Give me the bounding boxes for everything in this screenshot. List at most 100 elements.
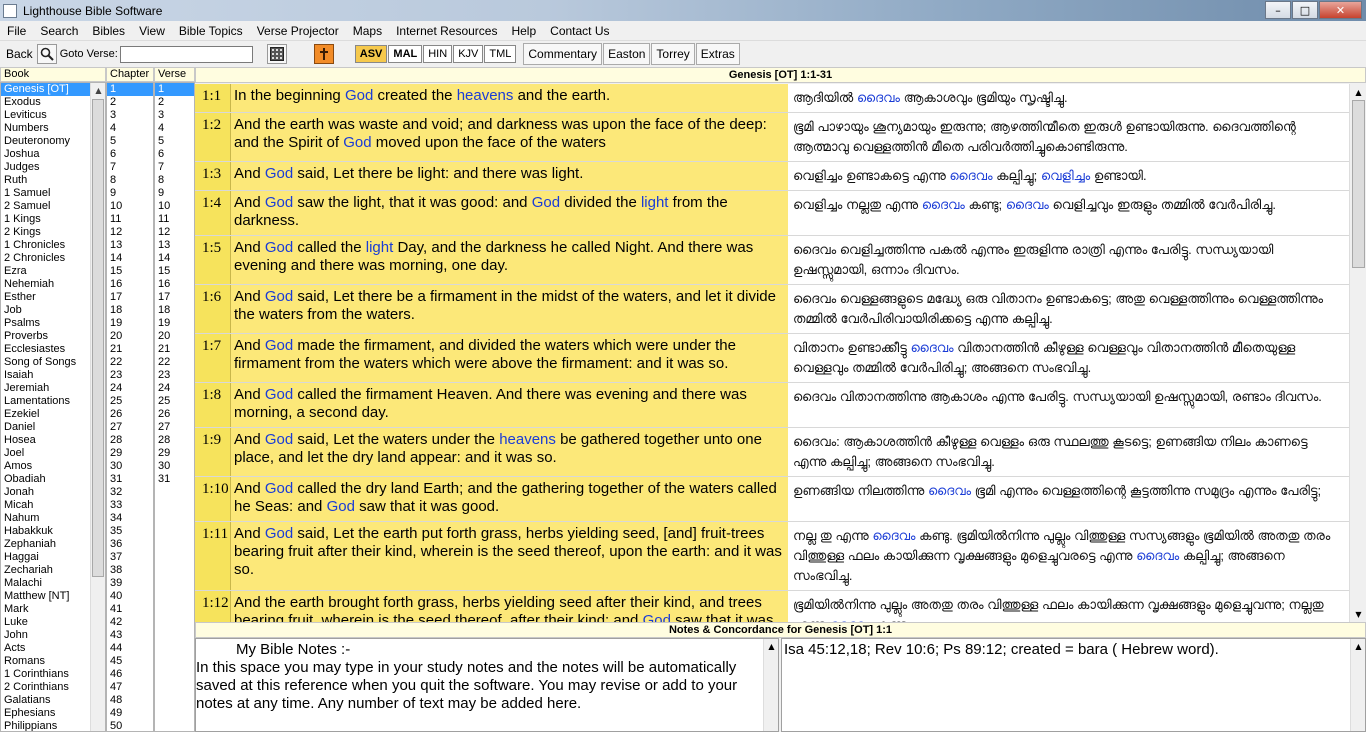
chapter-list-item[interactable]: 45	[107, 655, 153, 668]
highlighted-word-link[interactable]: God	[265, 288, 293, 305]
verse-list-item[interactable]: 23	[155, 369, 194, 382]
chapter-list-item[interactable]: 1	[107, 83, 153, 96]
maximize-button[interactable]: □	[1292, 1, 1318, 19]
chapter-list-item[interactable]: 2	[107, 96, 153, 109]
verse-row[interactable]: 1:12 And the earth brought forth grass, h…	[195, 591, 1366, 622]
verse-list-item[interactable]: 31	[155, 473, 194, 486]
verse-row[interactable]: 1:4 And God saw the light, that it was go…	[195, 191, 1366, 236]
verse-list-item[interactable]: 11	[155, 213, 194, 226]
chapter-list-item[interactable]: 15	[107, 265, 153, 278]
scroll-thumb[interactable]	[92, 99, 104, 577]
menu-help[interactable]: Help	[504, 24, 543, 38]
highlighted-word-link[interactable]: God	[265, 431, 293, 448]
chapter-list-item[interactable]: 39	[107, 577, 153, 590]
chapter-list-item[interactable]: 48	[107, 694, 153, 707]
chapter-list-item[interactable]: 42	[107, 616, 153, 629]
chapter-list-item[interactable]: 3	[107, 109, 153, 122]
chapter-list-item[interactable]: 28	[107, 434, 153, 447]
chapter-list-item[interactable]: 27	[107, 421, 153, 434]
verse-row[interactable]: 1:11 And God said, Let the earth put fort…	[195, 522, 1366, 591]
menu-bible-topics[interactable]: Bible Topics	[172, 24, 250, 38]
version-button-tml[interactable]: TML	[484, 45, 517, 63]
verse-list-item[interactable]: 16	[155, 278, 194, 291]
menu-view[interactable]: View	[132, 24, 172, 38]
chapter-list-item[interactable]: 8	[107, 174, 153, 187]
verse-row[interactable]: 1:1 In the beginning God created the heav…	[195, 84, 1366, 113]
easton-button[interactable]: Easton	[603, 43, 651, 65]
verse-row[interactable]: 1:6 And God said, Let there be a firmamen…	[195, 285, 1366, 334]
chapter-list-item[interactable]: 12	[107, 226, 153, 239]
verse-list-item[interactable]: 9	[155, 187, 194, 200]
menu-contact-us[interactable]: Contact Us	[543, 24, 616, 38]
highlighted-word-link[interactable]: God	[265, 239, 293, 256]
chapter-list-item[interactable]: 41	[107, 603, 153, 616]
concordance-scrollbar[interactable]: ▲	[1350, 639, 1365, 731]
verse-list-item[interactable]: 14	[155, 252, 194, 265]
concordance-panel[interactable]: Isa 45:12,18; Rev 10:6; Ps 89:12; create…	[781, 638, 1366, 732]
verse-list-item[interactable]: 25	[155, 395, 194, 408]
commentary-button[interactable]: Commentary	[523, 43, 603, 65]
close-button[interactable]: ✕	[1319, 1, 1362, 19]
highlighted-word-link[interactable]: God	[265, 386, 293, 403]
chapter-list-item[interactable]: 20	[107, 330, 153, 343]
extras-button[interactable]: Extras	[695, 43, 740, 65]
scroll-up-arrow-icon[interactable]: ▲	[1351, 639, 1366, 653]
minimize-button[interactable]: –	[1265, 1, 1291, 19]
chapter-list-item[interactable]: 30	[107, 460, 153, 473]
scroll-down-arrow-icon[interactable]: ▼	[1350, 606, 1366, 622]
highlighted-word-link[interactable]: God	[643, 612, 671, 622]
chapter-list-item[interactable]: 16	[107, 278, 153, 291]
highlighted-word-link[interactable]: ദൈവം	[910, 340, 953, 355]
verse-list-item[interactable]: 30	[155, 460, 194, 473]
keypad-button[interactable]	[266, 44, 287, 64]
verse-list-item[interactable]: 21	[155, 343, 194, 356]
chapter-list-item[interactable]: 13	[107, 239, 153, 252]
chapter-list-item[interactable]: 19	[107, 317, 153, 330]
highlighted-word-link[interactable]: വെളിച്ചം	[1041, 168, 1090, 183]
highlighted-word-link[interactable]: God	[265, 480, 293, 497]
scroll-up-arrow-icon[interactable]: ▲	[91, 83, 105, 98]
search-button[interactable]	[36, 44, 57, 64]
version-button-kjv[interactable]: KJV	[453, 45, 484, 63]
verse-list-item[interactable]: 27	[155, 421, 194, 434]
chapter-list-item[interactable]: 9	[107, 187, 153, 200]
chapter-list-item[interactable]: 33	[107, 499, 153, 512]
verse-list-item[interactable]: 13	[155, 239, 194, 252]
highlighted-word-link[interactable]: ദൈവം	[949, 168, 992, 183]
verse-list-item[interactable]: 29	[155, 447, 194, 460]
verse-list-item[interactable]: 4	[155, 122, 194, 135]
version-button-mal[interactable]: MAL	[388, 45, 423, 63]
highlighted-word-link[interactable]: ദൈവം	[1006, 197, 1049, 212]
chapter-list-item[interactable]: 23	[107, 369, 153, 382]
scroll-up-arrow-icon[interactable]: ▲	[1350, 84, 1366, 100]
chapter-list-item[interactable]: 11	[107, 213, 153, 226]
highlighted-word-link[interactable]: God	[343, 134, 371, 151]
scroll-thumb[interactable]	[1352, 100, 1365, 268]
highlighted-word-link[interactable]: heavens	[457, 87, 514, 104]
chapter-list-item[interactable]: 4	[107, 122, 153, 135]
book-list-scrollbar[interactable]: ▲	[90, 83, 105, 731]
verse-list-item[interactable]: 28	[155, 434, 194, 447]
torrey-button[interactable]: Torrey	[651, 43, 695, 65]
chapter-list-item[interactable]: 43	[107, 629, 153, 642]
verse-list-item[interactable]: 3	[155, 109, 194, 122]
verse-row[interactable]: 1:2 And the earth was waste and void; and…	[195, 113, 1366, 162]
menu-bibles[interactable]: Bibles	[85, 24, 132, 38]
verse-list-item[interactable]: 18	[155, 304, 194, 317]
chapter-list-item[interactable]: 29	[107, 447, 153, 460]
chapter-list-item[interactable]: 18	[107, 304, 153, 317]
chapter-list-item[interactable]: 47	[107, 681, 153, 694]
verse-row[interactable]: 1:7 And God made the firmament, and divid…	[195, 334, 1366, 383]
highlighted-word-link[interactable]: God	[327, 498, 355, 515]
verse-list-item[interactable]: 17	[155, 291, 194, 304]
chapter-list-item[interactable]: 44	[107, 642, 153, 655]
verse-list-item[interactable]: 26	[155, 408, 194, 421]
verse-list-item[interactable]: 19	[155, 317, 194, 330]
highlighted-word-link[interactable]: ദൈവം	[922, 197, 965, 212]
chapter-list-item[interactable]: 17	[107, 291, 153, 304]
notes-scrollbar[interactable]: ▲	[763, 639, 778, 731]
verse-row[interactable]: 1:5 And God called the light Day, and the…	[195, 236, 1366, 285]
verse-table-scrollbar[interactable]: ▲ ▼	[1349, 84, 1366, 622]
highlighted-word-link[interactable]: God	[265, 165, 293, 182]
verse-list-item[interactable]: 1	[155, 83, 194, 96]
